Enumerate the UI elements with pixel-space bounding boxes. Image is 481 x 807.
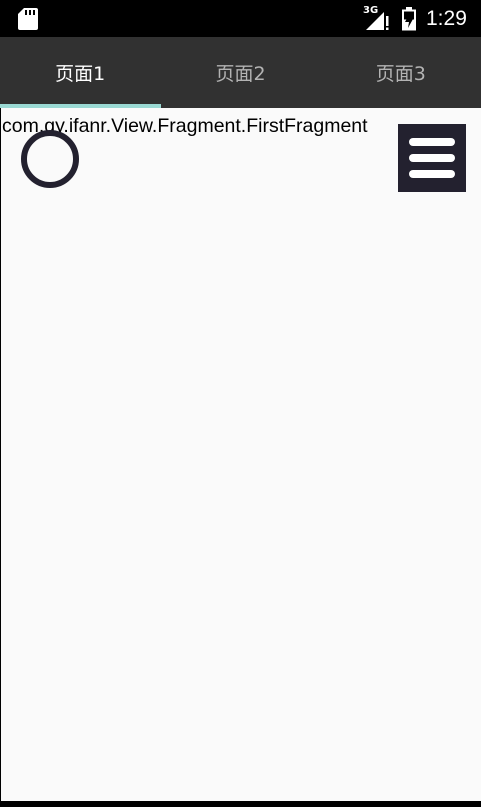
battery-charging-icon xyxy=(402,7,416,31)
tab-page-2[interactable]: 页面2 xyxy=(160,37,320,108)
tab-page-3[interactable]: 页面3 xyxy=(321,37,481,108)
tab-bar: 页面1 页面2 页面3 xyxy=(0,37,481,108)
fragment-content: com.gy.ifanr.View.Fragment.FirstFragment xyxy=(1,108,481,801)
status-clock: 1:29 xyxy=(426,7,467,30)
sd-card-icon xyxy=(18,8,38,30)
bottom-edge xyxy=(0,801,481,807)
hamburger-menu-icon xyxy=(409,138,455,178)
hamburger-menu-button[interactable] xyxy=(398,124,466,192)
circle-icon[interactable] xyxy=(19,128,81,190)
status-bar: 3G 1:29 xyxy=(0,0,481,37)
tab-page-1[interactable]: 页面1 xyxy=(0,37,160,108)
cellular-signal-icon xyxy=(366,12,389,30)
